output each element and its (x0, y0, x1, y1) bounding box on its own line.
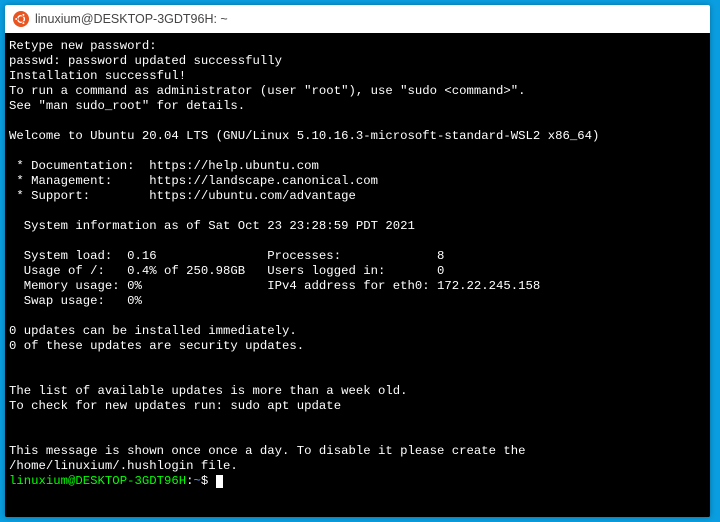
window-titlebar[interactable]: linuxium@DESKTOP-3GDT96H: ~ (5, 5, 710, 33)
prompt-dollar: $ (201, 474, 208, 488)
terminal-window: linuxium@DESKTOP-3GDT96H: ~ Retype new p… (5, 5, 710, 517)
term-line: To run a command as administrator (user … (9, 84, 526, 98)
term-line: Retype new password: (9, 39, 157, 53)
prompt-colon: : (186, 474, 193, 488)
term-line: 0 of these updates are security updates. (9, 339, 304, 353)
prompt-path: ~ (194, 474, 201, 488)
term-line: Swap usage: 0% (9, 294, 142, 308)
term-line: Memory usage: 0% IPv4 address for eth0: … (9, 279, 540, 293)
term-line: /home/linuxium/.hushlogin file. (9, 459, 238, 473)
window-title: linuxium@DESKTOP-3GDT96H: ~ (35, 12, 228, 26)
term-line: * Management: https://landscape.canonica… (9, 174, 378, 188)
prompt-user: linuxium@DESKTOP-3GDT96H (9, 474, 186, 488)
term-line: * Support: https://ubuntu.com/advantage (9, 189, 356, 203)
term-line: System information as of Sat Oct 23 23:2… (9, 219, 415, 233)
desktop-background: linuxium@DESKTOP-3GDT96H: ~ Retype new p… (0, 0, 720, 522)
term-line: * Documentation: https://help.ubuntu.com (9, 159, 319, 173)
term-line: passwd: password updated successfully (9, 54, 282, 68)
term-line: 0 updates can be installed immediately. (9, 324, 297, 338)
term-line: Usage of /: 0.4% of 250.98GB Users logge… (9, 264, 444, 278)
term-line: Installation successful! (9, 69, 186, 83)
term-line: To check for new updates run: sudo apt u… (9, 399, 341, 413)
term-line: This message is shown once once a day. T… (9, 444, 526, 458)
term-line: The list of available updates is more th… (9, 384, 407, 398)
term-line: See "man sudo_root" for details. (9, 99, 245, 113)
terminal-cursor (216, 475, 223, 488)
term-line: Welcome to Ubuntu 20.04 LTS (GNU/Linux 5… (9, 129, 599, 143)
terminal-body[interactable]: Retype new password: passwd: password up… (5, 33, 710, 517)
ubuntu-icon (13, 11, 29, 27)
term-line: System load: 0.16 Processes: 8 (9, 249, 444, 263)
